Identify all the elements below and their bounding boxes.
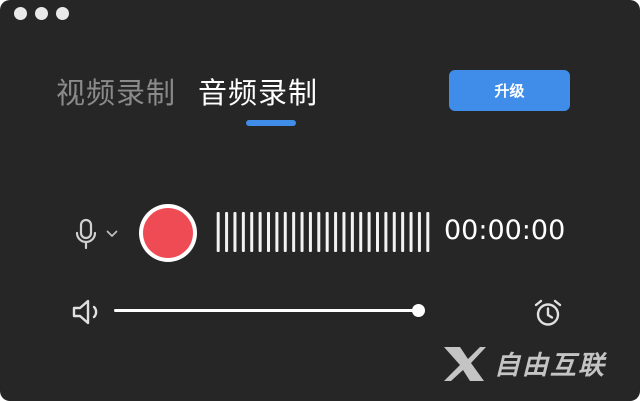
waveform-bar: [216, 212, 220, 252]
speaker-icon[interactable]: [71, 298, 103, 326]
recorder-window: 视频录制 音频录制 升级 00:00:00 自由互联: [0, 0, 640, 401]
waveform-bar: [292, 212, 296, 252]
tab-audio-recording[interactable]: 音频录制: [198, 70, 318, 112]
audio-waveform: [216, 212, 430, 252]
mode-tabs: 视频录制 音频录制: [56, 70, 318, 112]
waveform-bar: [275, 212, 279, 252]
zoom-window-button[interactable]: [56, 7, 69, 20]
close-window-button[interactable]: [14, 7, 27, 20]
waveform-bar: [250, 212, 254, 252]
waveform-bar: [392, 212, 396, 252]
volume-slider[interactable]: [114, 309, 420, 312]
window-controls: [14, 7, 69, 20]
waveform-bar: [401, 212, 405, 252]
waveform-bar: [317, 212, 321, 252]
watermark: 自由互联: [440, 343, 606, 383]
record-button[interactable]: [139, 204, 197, 262]
record-icon: [143, 208, 193, 258]
upgrade-button[interactable]: 升级: [449, 70, 570, 111]
alarm-clock-icon[interactable]: [533, 298, 563, 328]
watermark-logo: [444, 347, 486, 381]
waveform-bar: [325, 212, 329, 252]
waveform-bar: [267, 212, 270, 252]
minimize-window-button[interactable]: [35, 7, 48, 20]
microphone-icon[interactable]: [73, 218, 99, 250]
waveform-bar: [241, 212, 245, 252]
waveform-bar: [233, 212, 237, 252]
waveform-bar: [426, 212, 430, 252]
waveform-bar: [350, 212, 354, 252]
recording-timer: 00:00:00: [444, 215, 566, 246]
volume-slider-thumb[interactable]: [412, 304, 425, 317]
waveform-bar: [376, 212, 379, 252]
waveform-bar: [359, 212, 363, 252]
waveform-bar: [342, 212, 346, 252]
tab-video-recording[interactable]: 视频录制: [56, 70, 176, 112]
watermark-text: 自由互联: [494, 350, 607, 381]
waveform-bar: [283, 212, 287, 252]
waveform-bar: [258, 212, 262, 252]
waveform-bar: [417, 212, 421, 252]
waveform-bar: [367, 212, 371, 252]
waveform-bar: [225, 212, 229, 252]
active-tab-indicator: [246, 120, 296, 126]
waveform-bar: [409, 212, 413, 252]
waveform-bar: [308, 212, 312, 252]
waveform-bar: [384, 212, 388, 252]
chevron-down-icon[interactable]: [106, 229, 118, 239]
waveform-bar: [300, 212, 304, 252]
waveform-bar: [334, 212, 338, 252]
